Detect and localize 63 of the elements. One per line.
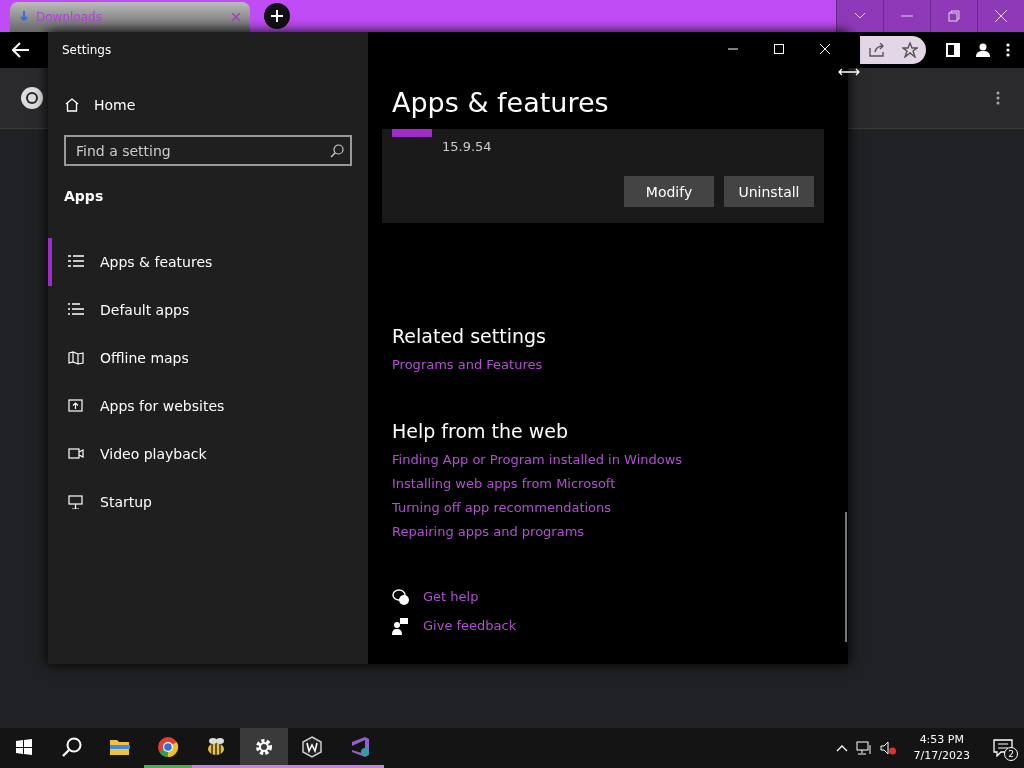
section-heading: Help from the web [392,420,570,442]
tab-title: Downloads [36,10,103,24]
map-icon [68,351,84,365]
taskbar-app[interactable] [240,728,288,768]
restore-icon[interactable] [948,10,960,22]
nav-item[interactable]: Offline maps [48,334,368,382]
back-arrow-icon[interactable] [12,42,30,58]
more-options-icon[interactable] [996,91,1000,105]
chrome-logo-icon [20,86,44,110]
help-chat-icon [392,589,409,606]
share-icon[interactable] [868,43,885,57]
scrollbar[interactable] [845,512,847,642]
chrome-logo-icon [157,735,179,758]
monitor-icon [68,495,84,509]
nav-item[interactable]: Default apps [48,286,368,334]
clock[interactable]: 4:53 PM 7/17/2023 [913,732,970,764]
star-icon[interactable] [901,42,918,58]
action-button[interactable]: Modify [624,176,714,207]
action-button[interactable]: Uninstall [724,176,814,207]
help-link[interactable]: Give feedback [423,618,517,633]
help-link[interactable]: Programs and Features [392,357,543,372]
new-tab-button[interactable] [264,3,290,29]
search-icon [330,144,344,158]
page-title: Apps & features [392,87,610,120]
ribbon-icon [349,735,371,758]
notification-icon[interactable] [993,739,1013,757]
search-icon [62,736,82,757]
help-link[interactable]: Turning off app recommendations [392,500,612,515]
section-heading: Apps [64,188,105,204]
help-link[interactable]: Finding App or Program installed in Windows [392,452,683,467]
help-link[interactable]: Repairing apps and programs [392,524,585,539]
resize-cursor-icon [838,68,860,76]
side-panel-icon[interactable] [946,43,960,57]
app-version: 15.9.54 [442,139,493,154]
nav-item[interactable]: Video playback [48,430,368,478]
video-camera-icon [68,447,84,461]
chevron-up-icon[interactable] [835,744,848,752]
nav-item[interactable]: Startup [48,478,368,526]
search-field[interactable]: Find a setting [64,135,352,166]
windows-logo-icon [16,738,32,755]
feedback-person-icon [392,618,409,635]
list-icon [68,255,84,269]
window-title: Settings [62,43,113,57]
network-icon[interactable] [855,741,872,755]
app-icon [392,129,432,137]
clock-date: 7/17/2023 [913,748,970,764]
w-logo-icon [301,735,323,758]
help-link[interactable]: Installing web apps from Microsoft [392,476,616,491]
plus-icon [271,10,283,22]
notification-count: 2 [1004,747,1018,761]
home-icon [64,97,80,113]
home-link[interactable]: Home [64,97,368,113]
list-icon [68,303,84,317]
download-icon [20,11,28,23]
muted-speaker-icon[interactable] [879,741,896,755]
maximize-icon[interactable] [774,44,784,54]
section-heading: Related settings [392,325,547,347]
nav-item[interactable]: Apps for websites [48,382,368,430]
clock-time: 4:53 PM [919,732,964,748]
bee-icon [205,735,227,758]
help-link[interactable]: Get help [423,589,479,604]
profile-icon[interactable] [976,43,990,57]
more-options-icon[interactable] [1006,43,1010,57]
